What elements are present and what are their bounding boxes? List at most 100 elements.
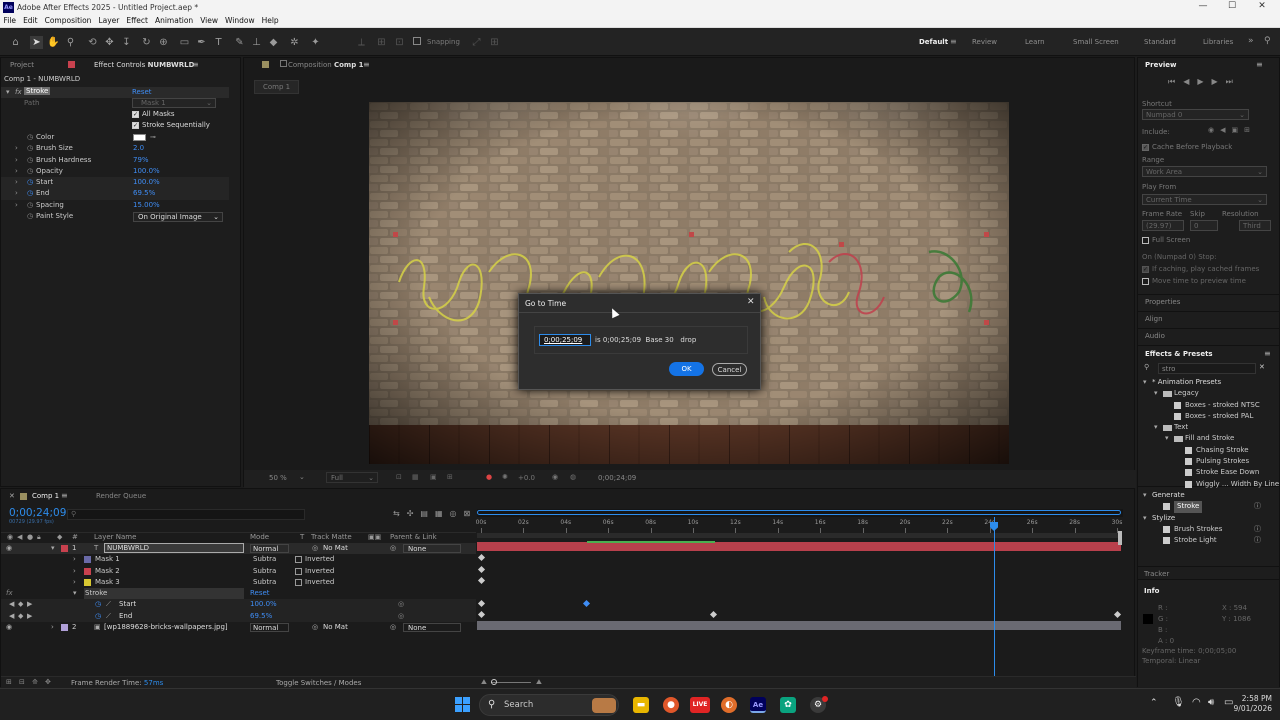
effect-preset-item[interactable]: Strobe Light ⓘ	[1137, 535, 1280, 546]
property-value[interactable]: 69.5%	[133, 188, 155, 199]
matte-icon[interactable]: ◎	[312, 543, 318, 554]
close-button[interactable]: ✕	[1255, 1, 1269, 11]
menu-layer[interactable]: Layer	[95, 15, 123, 26]
close-tab-icon[interactable]: ✕	[9, 492, 15, 500]
live-app-icon[interactable]: LIVE	[690, 697, 710, 713]
wifi-icon[interactable]: ◠	[1192, 697, 1201, 708]
layer-row[interactable]: ◉ ▾ 1 T NUMBWRLD Normal ◎ No Mat ◎ None	[1, 543, 476, 555]
mask-color-icon[interactable]	[84, 556, 91, 564]
puppet-tool-icon[interactable]: ✦	[309, 36, 322, 49]
inverted-checkbox[interactable]	[295, 567, 302, 575]
timeline-search-input[interactable]: ⚲	[67, 509, 305, 520]
brush-tool-icon[interactable]: ✎	[233, 36, 246, 49]
zoom-slider-handle[interactable]	[491, 679, 497, 685]
expand-arrow-icon[interactable]: ▾	[1165, 433, 1169, 444]
mask-name[interactable]: Mask 1	[95, 554, 120, 565]
blend-mode-dropdown[interactable]: Normal	[250, 623, 289, 633]
expand-arrow-icon[interactable]: ▾	[1154, 388, 1158, 399]
video-toggle-icon[interactable]: ◉	[1208, 126, 1220, 134]
effect-preset-item[interactable]: Brush Strokes ⓘ	[1137, 524, 1280, 535]
parent-dropdown[interactable]: None	[403, 544, 461, 553]
property-value[interactable]: 100.0%	[133, 177, 160, 188]
layer-name[interactable]: NUMBWRLD	[104, 543, 244, 553]
effect-preset-item[interactable]: Wiggly ... Width By Line	[1137, 479, 1280, 490]
prev-frame-icon[interactable]: ◀	[1183, 77, 1197, 86]
audio-toggle-icon[interactable]: ◀	[1220, 126, 1231, 134]
orbit-camera-icon[interactable]: ⟲	[86, 36, 99, 49]
panel-menu-icon[interactable]: ≡	[1264, 349, 1271, 358]
mask-name[interactable]: Mask 2	[95, 566, 120, 577]
keyframe-icon[interactable]	[1113, 610, 1122, 618]
next-keyframe-icon[interactable]: ▶	[27, 599, 32, 610]
last-frame-icon[interactable]: ⏭	[1226, 77, 1241, 86]
stopwatch-active-icon[interactable]: ◷	[95, 599, 101, 610]
maximize-button[interactable]: ☐	[1225, 1, 1239, 11]
layer-row[interactable]: › Mask 1 Subtra Inverted	[1, 554, 476, 565]
clear-search-icon[interactable]: ✕	[1259, 363, 1265, 371]
parent-pickwhip-icon[interactable]: ◎	[390, 622, 396, 633]
move-time-option[interactable]: Move time to preview time	[1142, 277, 1246, 285]
panel-menu-icon[interactable]: ≡	[1256, 60, 1263, 69]
breadcrumb[interactable]: Comp 1	[254, 80, 300, 94]
blend-mode-dropdown[interactable]: Normal	[250, 544, 289, 553]
tab-timeline-comp[interactable]: Comp 1	[32, 492, 59, 500]
workspace-libraries[interactable]: Libraries	[1203, 38, 1233, 46]
comp-mini-flowchart-icon[interactable]: ⇆	[393, 509, 407, 518]
panel-menu-icon[interactable]: ≡	[363, 60, 370, 69]
full-screen-option[interactable]: Full Screen	[1142, 236, 1190, 244]
mask-keyframe-icon[interactable]	[477, 554, 486, 562]
track-area[interactable]	[477, 517, 1122, 681]
effect-preset-item[interactable]: Chasing Stroke	[1137, 445, 1280, 456]
info-icon[interactable]: ⓘ	[1254, 524, 1261, 535]
layer-row[interactable]: › Mask 2 Subtra Inverted	[1, 566, 476, 577]
tab-composition[interactable]: Composition Comp 1	[288, 61, 364, 69]
stopwatch-icon[interactable]: ◷	[27, 166, 33, 177]
stopwatch-icon[interactable]: ◷	[27, 211, 33, 222]
microphone-icon[interactable]: 🎙︎	[1172, 697, 1185, 708]
layer-row[interactable]: fx ▾ Stroke Reset	[1, 588, 476, 600]
expand-arrow-icon[interactable]: ›	[15, 188, 18, 199]
layer-row[interactable]: › Mask 3 Subtra Inverted	[1, 577, 476, 588]
menu-effect[interactable]: Effect	[123, 15, 152, 26]
play-icon[interactable]: ▶	[1197, 77, 1211, 86]
navigator-range[interactable]	[477, 510, 1121, 515]
zoom-tool-icon[interactable]: ⚲	[64, 36, 77, 49]
mask-mode-dropdown[interactable]: Subtra	[253, 555, 289, 564]
mask-name[interactable]: Mask 3	[95, 577, 120, 588]
skip-dropdown[interactable]: 0	[1190, 220, 1218, 231]
stopwatch-icon[interactable]: ◷	[27, 155, 33, 166]
timing-icon[interactable]: ⟰	[32, 678, 38, 686]
checkbox-checked-icon[interactable]: ✓	[132, 121, 139, 129]
stroke-sequentially-option[interactable]: ✓ Stroke Sequentially	[132, 121, 210, 129]
matte-icon[interactable]: ◎	[312, 622, 318, 633]
zoom-value[interactable]: 50 %	[269, 474, 287, 482]
stroke-reset-link[interactable]: Reset	[250, 588, 270, 599]
property-value[interactable]: 15.00%	[133, 200, 160, 211]
checkbox-checked-icon[interactable]: ✓	[132, 110, 139, 118]
label-color-icon[interactable]	[61, 624, 68, 632]
dialog-close-icon[interactable]: ✕	[747, 297, 755, 307]
layer-controls-icon[interactable]: ⊞	[1244, 126, 1256, 134]
graph-editor-icon[interactable]: ⊠	[464, 509, 478, 518]
next-keyframe-icon[interactable]: ▶	[27, 611, 32, 622]
stopwatch-icon[interactable]: ◷	[27, 132, 33, 143]
motion-blur-icon[interactable]: ◎	[450, 509, 464, 518]
workspace-learn[interactable]: Learn	[1025, 38, 1045, 46]
panel-menu-icon[interactable]: ≡	[192, 60, 199, 69]
layer-row[interactable]: ◀ ◆ ▶ ◷ ⟋ End 69.5% ◎	[1, 610, 476, 623]
mask-mode-dropdown[interactable]: Subtra	[253, 567, 289, 576]
property-value[interactable]: 2.0	[133, 143, 144, 154]
playback-controls[interactable]: ⏮◀▶▶⏭	[1168, 77, 1241, 87]
cancel-button[interactable]: Cancel	[712, 363, 747, 376]
parent-dropdown[interactable]: None	[403, 623, 461, 633]
type-tool-icon[interactable]: T	[212, 36, 225, 49]
align-section[interactable]: Align	[1145, 315, 1163, 323]
expand-arrow-icon[interactable]: ›	[73, 566, 76, 577]
chevron-down-icon[interactable]: ⌄	[299, 473, 305, 481]
expression-pickwhip-icon[interactable]: ◎	[398, 599, 404, 610]
property-value[interactable]: 79%	[133, 155, 149, 166]
audio-section[interactable]: Audio	[1145, 332, 1165, 340]
shortcut-dropdown[interactable]: Numpad 0 ⌄	[1142, 109, 1249, 120]
range-dropdown[interactable]: Work Area ⌄	[1142, 166, 1267, 177]
eraser-tool-icon[interactable]: ◆	[267, 36, 280, 49]
